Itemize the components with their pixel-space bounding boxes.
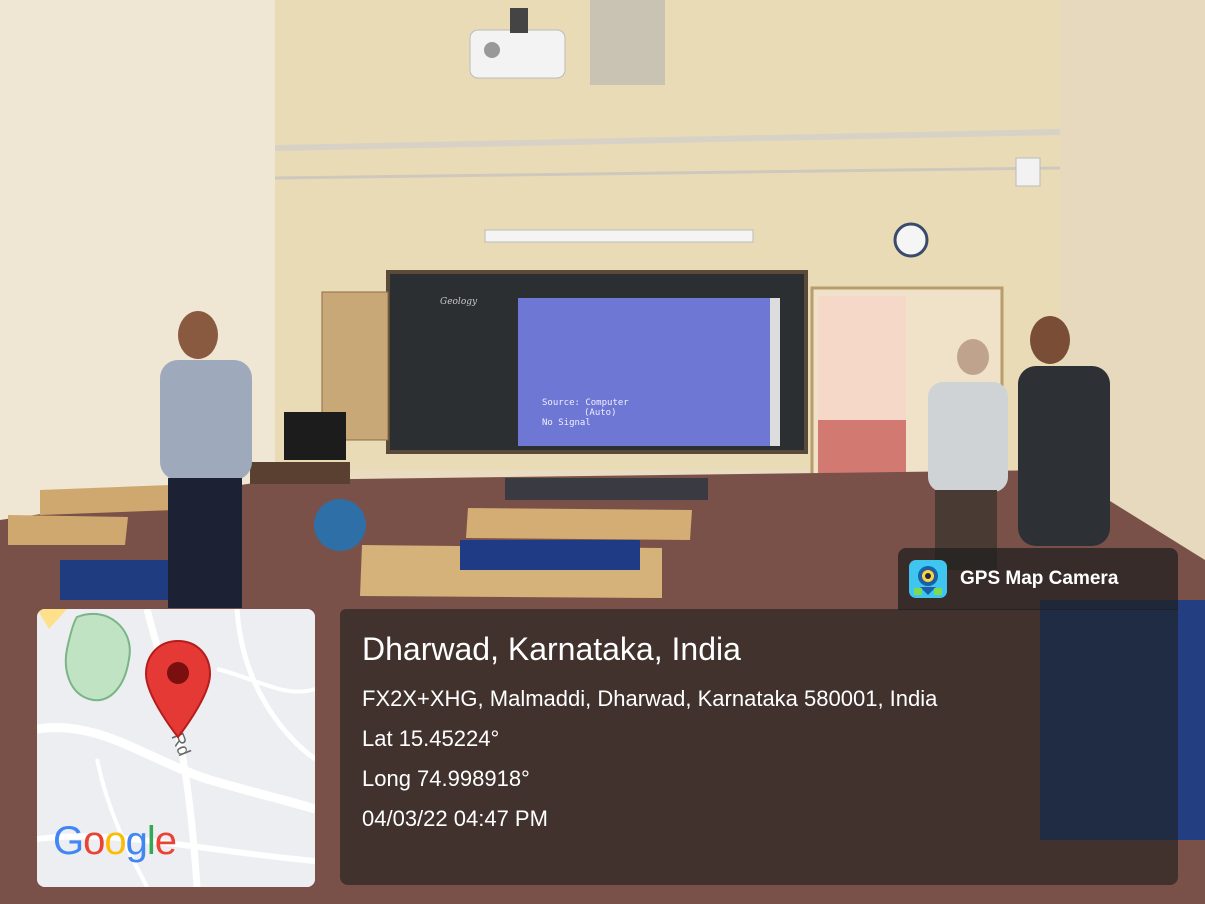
- projection-screen-text: Source: Computer (Auto) No Signal: [542, 398, 629, 428]
- camera-pin-icon: [909, 560, 947, 598]
- latitude-text: Lat 15.45224°: [362, 726, 500, 751]
- screen-auto-line: (Auto): [584, 408, 617, 418]
- gps-map-camera-badge: GPS Map Camera: [898, 548, 1178, 610]
- screen-nosignal-line: No Signal: [542, 418, 591, 428]
- location-info-panel: Dharwad, Karnataka, India FX2X+XHG, Malm…: [340, 609, 1178, 885]
- geotagged-photo: Source: Computer (Auto) No Signal Geolog…: [0, 0, 1205, 904]
- google-logo: Google: [53, 819, 177, 863]
- blackboard-chalk-text: Geology: [440, 297, 478, 307]
- badge-label: GPS Map Camera: [960, 568, 1119, 589]
- map-thumbnail[interactable]: Rd Google: [37, 609, 315, 887]
- screen-source-line: Source: Computer: [542, 398, 629, 408]
- address-text: FX2X+XHG, Malmaddi, Dharwad, Karnataka 5…: [362, 686, 938, 711]
- longitude-text: Long 74.998918°: [362, 766, 530, 791]
- place-title: Dharwad, Karnataka, India: [362, 631, 741, 667]
- map-pin-icon: [144, 639, 212, 739]
- datetime-text: 04/03/22 04:47 PM: [362, 806, 548, 831]
